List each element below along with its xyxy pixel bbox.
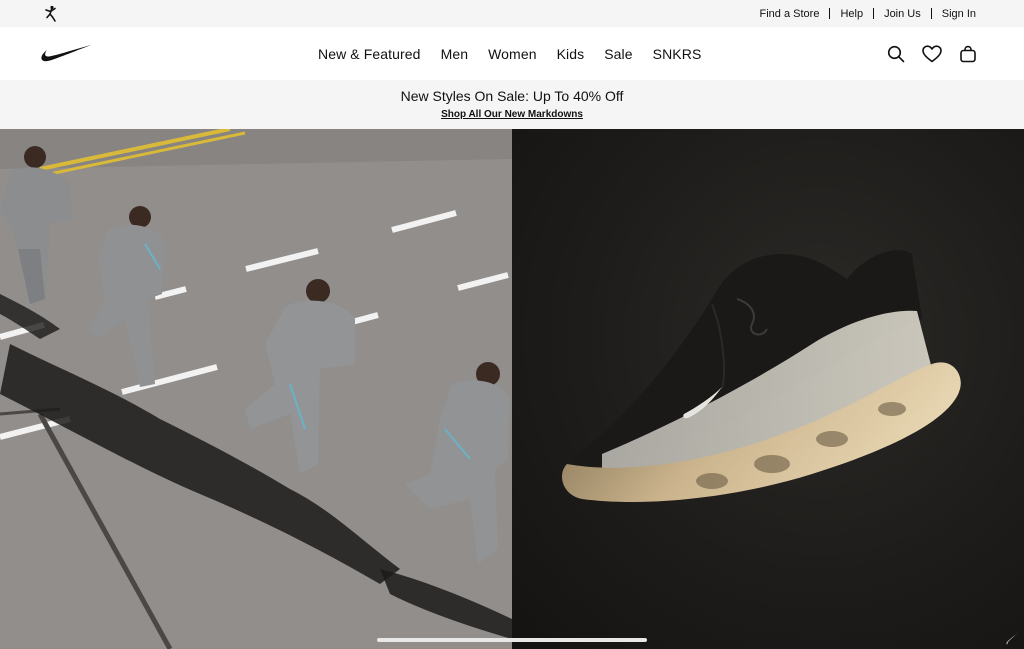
nav-kids[interactable]: Kids: [557, 46, 585, 62]
promo-link[interactable]: Shop All Our New Markdowns: [441, 109, 583, 120]
nav-women[interactable]: Women: [488, 46, 536, 62]
join-us-link[interactable]: Join Us: [874, 8, 931, 20]
primary-nav-links: New & Featured Men Women Kids Sale SNKRS: [318, 27, 701, 80]
swoosh-corner-icon: [1004, 630, 1020, 646]
nav-new-featured[interactable]: New & Featured: [318, 46, 421, 62]
carousel-scroll-indicator[interactable]: [377, 638, 647, 642]
bag-icon[interactable]: [958, 44, 978, 64]
hero-banner[interactable]: [0, 129, 1024, 649]
jordan-jumpman-icon[interactable]: [42, 5, 60, 23]
nav-snkrs[interactable]: SNKRS: [653, 46, 702, 62]
promo-title: New Styles On Sale: Up To 40% Off: [400, 88, 624, 104]
help-link[interactable]: Help: [830, 8, 873, 20]
utility-links: Find a Store Help Join Us Sign In: [750, 8, 976, 20]
search-icon[interactable]: [886, 44, 906, 64]
nav-men[interactable]: Men: [441, 46, 469, 62]
heart-icon[interactable]: [922, 44, 942, 64]
nav-sale[interactable]: Sale: [604, 46, 632, 62]
promo-banner: New Styles On Sale: Up To 40% Off Shop A…: [0, 80, 1024, 129]
sign-in-link[interactable]: Sign In: [932, 8, 976, 20]
nav-icons: [886, 27, 978, 80]
runners-on-road-photo[interactable]: [0, 129, 512, 649]
main-nav: New & Featured Men Women Kids Sale SNKRS: [0, 27, 1024, 80]
nike-swoosh-icon[interactable]: [40, 43, 92, 65]
find-a-store-link[interactable]: Find a Store: [750, 8, 830, 20]
sneaker-on-dark-background-photo[interactable]: [512, 129, 1024, 649]
utility-bar: Find a Store Help Join Us Sign In: [0, 0, 1024, 27]
